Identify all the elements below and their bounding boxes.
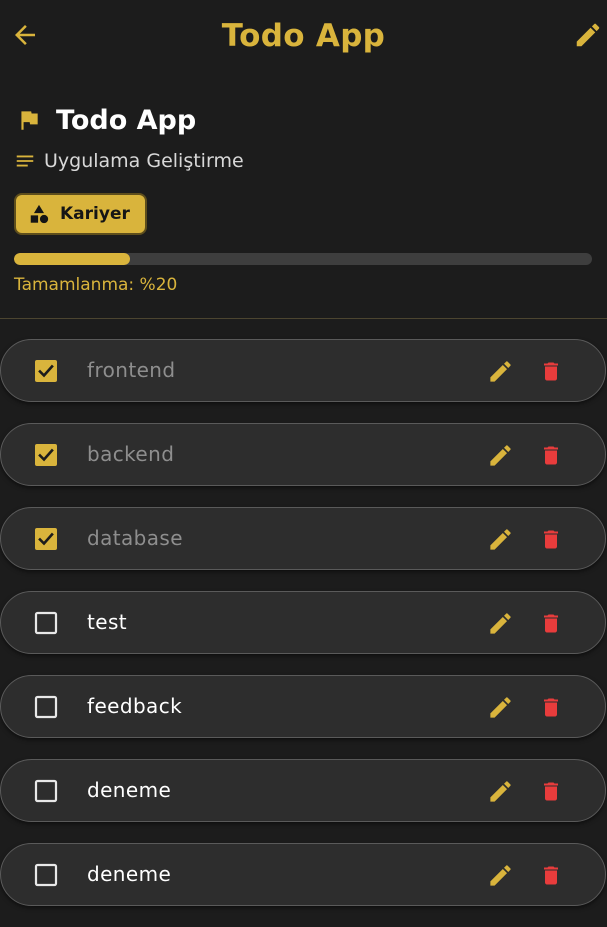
edit-pencil-icon[interactable] <box>487 694 514 721</box>
checkbox-checked-icon[interactable] <box>34 527 58 551</box>
checkbox-unchecked-icon[interactable] <box>34 779 58 803</box>
checkbox-checked-icon[interactable] <box>34 443 58 467</box>
delete-trash-icon[interactable] <box>539 358 563 385</box>
todo-text: frontend <box>87 358 176 382</box>
todo-text: deneme <box>87 862 172 886</box>
todo-item[interactable]: database <box>0 507 606 570</box>
pencil-icon <box>576 23 600 47</box>
arrow-left-icon <box>15 25 35 45</box>
project-title-row: Todo App <box>14 100 593 140</box>
todo-text: deneme <box>87 778 172 802</box>
progress-bar <box>14 253 592 265</box>
project-description-row: Uygulama Geliştirme <box>14 146 593 176</box>
app-title: Todo App <box>221 18 386 54</box>
checkbox-unchecked-icon[interactable] <box>34 695 58 719</box>
edit-project-button[interactable] <box>573 20 603 50</box>
delete-trash-icon[interactable] <box>539 526 563 553</box>
todo-text: database <box>87 526 183 550</box>
app-bar: Todo App <box>0 0 607 72</box>
todo-item[interactable]: frontend <box>0 339 606 402</box>
back-button[interactable] <box>10 20 40 50</box>
delete-trash-icon[interactable] <box>539 778 563 805</box>
todo-item[interactable]: feedback <box>0 675 606 738</box>
checkbox-unchecked-icon[interactable] <box>34 863 58 887</box>
edit-pencil-icon[interactable] <box>487 610 514 637</box>
progress-label: Tamamlanma: %20 <box>14 275 178 295</box>
edit-pencil-icon[interactable] <box>487 358 514 385</box>
todo-list: frontend backend database test feedback denem… <box>0 339 607 927</box>
category-icon <box>30 204 49 224</box>
edit-pencil-icon[interactable] <box>487 442 514 469</box>
project-header: Todo App Uygulama Geliştirme <box>14 100 593 176</box>
todo-text: backend <box>87 442 175 466</box>
progress-bar-fill <box>14 253 130 265</box>
notes-icon <box>16 155 34 167</box>
edit-pencil-icon[interactable] <box>487 862 514 889</box>
flag-icon <box>21 111 38 130</box>
delete-trash-icon[interactable] <box>539 862 563 889</box>
delete-trash-icon[interactable] <box>539 442 563 469</box>
project-title: Todo App <box>56 104 197 136</box>
edit-pencil-icon[interactable] <box>487 778 514 805</box>
delete-trash-icon[interactable] <box>539 610 563 637</box>
todo-item[interactable]: deneme <box>0 843 606 906</box>
project-description: Uygulama Geliştirme <box>44 150 244 172</box>
todo-item[interactable]: test <box>0 591 606 654</box>
todo-text: feedback <box>87 694 183 718</box>
edit-pencil-icon[interactable] <box>487 526 514 553</box>
divider <box>0 318 607 319</box>
todo-item[interactable]: backend <box>0 423 606 486</box>
todo-text: test <box>87 610 128 634</box>
category-label: Kariyer <box>60 204 130 224</box>
delete-trash-icon[interactable] <box>539 694 563 721</box>
checkbox-unchecked-icon[interactable] <box>34 611 58 635</box>
checkbox-checked-icon[interactable] <box>34 359 58 383</box>
todo-item[interactable]: deneme <box>0 759 606 822</box>
category-chip[interactable]: Kariyer <box>14 193 147 235</box>
